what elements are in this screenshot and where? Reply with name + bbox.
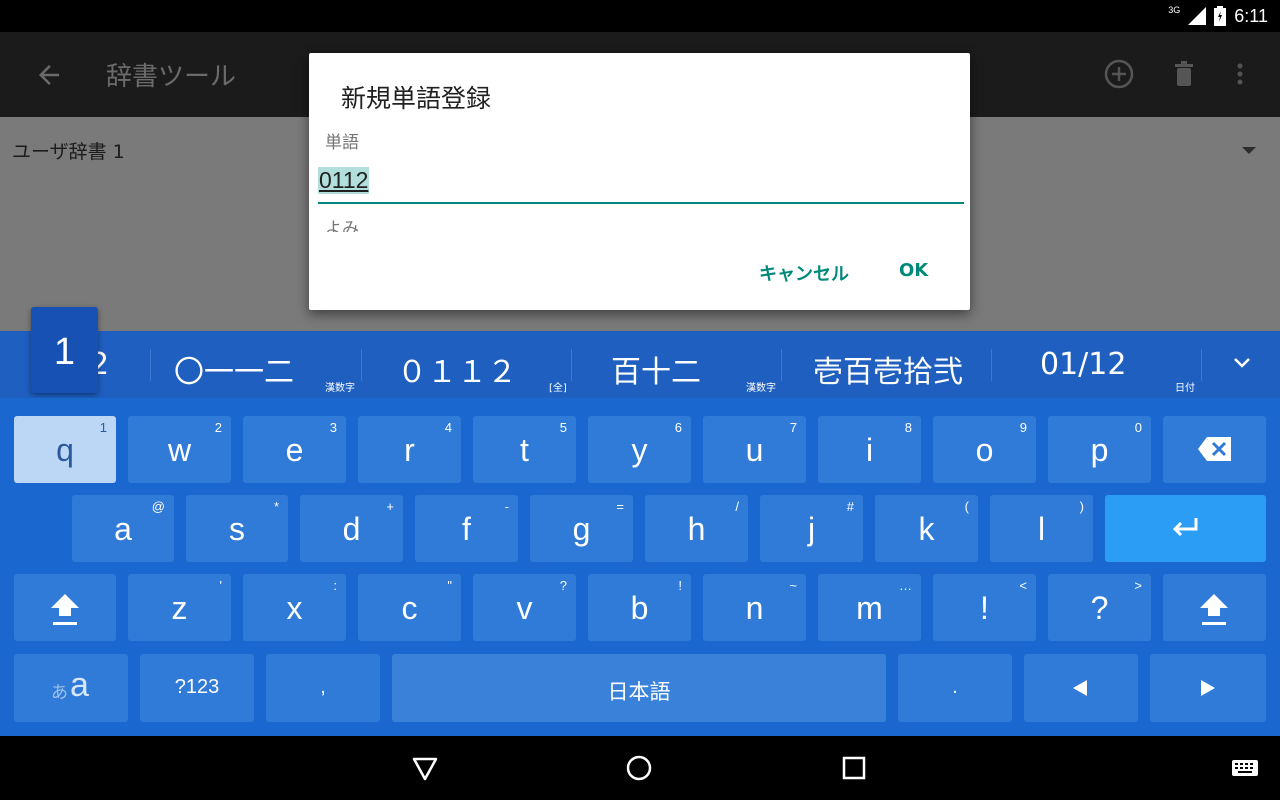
status-bar: 3G 6:11 [0,0,1280,32]
period-key[interactable]: . [898,654,1012,722]
key-h[interactable]: h / [645,495,748,562]
key-t[interactable]: t5 [473,416,576,483]
key-u[interactable]: u7 [703,416,806,483]
clock: 6:11 [1234,5,1268,26]
key-exclamation[interactable]: ! < [933,574,1036,641]
ok-button[interactable]: OK [899,260,928,281]
more-vert-icon[interactable] [1224,58,1256,90]
candidate-item[interactable]: 壱百壱拾弐 [781,331,991,398]
keyboard-switch-icon[interactable] [1231,754,1259,782]
shift-key-right[interactable] [1163,574,1266,641]
key-f[interactable]: f- [415,495,518,562]
battery-icon [1214,6,1227,26]
back-arrow-icon[interactable] [34,60,64,90]
key-o[interactable]: o9 [933,416,1036,483]
candidate-item[interactable]: ０１１２ [全] [361,331,571,398]
kana-mode-label: あ [51,683,68,703]
space-key[interactable]: 日本語 [392,654,886,722]
key-d[interactable]: d + [300,495,403,562]
cursor-left-key[interactable] [1024,654,1138,722]
candidate-item[interactable]: 〇一一二 漢数字 [150,331,360,398]
backspace-key[interactable] [1163,416,1266,483]
key-j[interactable]: j # [760,495,863,562]
symbols-key[interactable]: ?123 [140,654,254,722]
key-v[interactable]: v? [473,574,576,641]
key-y[interactable]: y6 [588,416,691,483]
candidate-item[interactable]: 百十二 漢数字 [571,331,781,398]
chevron-down-icon[interactable] [1234,355,1250,371]
add-circle-icon[interactable] [1103,58,1135,90]
key-c[interactable]: c " [358,574,461,641]
app-title: 辞書ツール [106,62,237,92]
shift-icon [1200,594,1228,625]
input-mode-toggle-key[interactable]: あ a [14,654,128,722]
candidate-divider [1201,349,1202,381]
word-label: 単語 [325,133,359,153]
word-value[interactable]: 0112 [318,167,370,194]
key-l[interactable]: l) [990,495,1093,562]
comma-key[interactable]: , [266,654,380,722]
key-s[interactable]: s * [186,495,288,562]
triangle-right-icon [1201,680,1215,696]
reading-label: よみ [325,219,359,232]
screen: 3G 6:11 辞書ツール ユーザ辞書 1 新規単語登録 単語 0112 よみ … [0,0,1280,800]
key-i[interactable]: i8 [818,416,921,483]
candidate-item[interactable]: 01/12 日付 [991,331,1201,398]
dialog-title: 新規単語登録 [341,84,492,113]
trash-icon[interactable] [1168,58,1200,90]
shift-key-left[interactable] [14,574,116,641]
back-nav-icon[interactable] [411,754,439,782]
signal-icon [1188,7,1207,25]
alpha-mode-label: a [70,666,89,704]
key-k[interactable]: k( [875,495,978,562]
candidate-item[interactable]: 2 [90,331,145,398]
key-a[interactable]: a @ [72,495,174,562]
dictionary-selector[interactable]: ユーザ辞書 1 [12,137,125,164]
key-e[interactable]: e3 [243,416,346,483]
new-word-dialog: 新規単語登録 単語 0112 よみ キャンセル OK [309,53,970,310]
key-r[interactable]: r4 [358,416,461,483]
key-question[interactable]: ? > [1048,574,1151,641]
key-z[interactable]: z ' [128,574,231,641]
backspace-icon [1198,437,1231,461]
key-g[interactable]: g = [530,495,633,562]
network-type: 3G [1168,5,1181,15]
key-preview-popup: 1 [31,307,98,393]
shift-icon [51,594,79,625]
enter-icon [1172,518,1198,537]
enter-key[interactable] [1105,495,1266,562]
key-q[interactable]: q1 [14,416,116,483]
word-field[interactable]: 0112 [318,164,964,204]
key-w[interactable]: w2 [128,416,231,483]
recents-nav-icon[interactable] [840,754,868,782]
key-p[interactable]: p0 [1048,416,1151,483]
cancel-button[interactable]: キャンセル [759,260,849,286]
key-b[interactable]: b! [588,574,691,641]
key-x[interactable]: x: [243,574,346,641]
candidate-bar: 2 〇一一二 漢数字 ０１１２ [全] 百十二 漢数字 壱百壱拾弐 01/12 … [0,331,1280,398]
dropdown-arrow-icon[interactable] [1242,147,1256,154]
cursor-right-key[interactable] [1150,654,1266,722]
key-m[interactable]: m… [818,574,921,641]
key-n[interactable]: n ~ [703,574,806,641]
triangle-left-icon [1073,680,1087,696]
home-nav-icon[interactable] [625,754,653,782]
navigation-bar [0,736,1280,800]
software-keyboard: q1 w2 e3 r4 t5 y6 u7 i8 o9 p0 a @ s * d + f… [0,398,1280,736]
